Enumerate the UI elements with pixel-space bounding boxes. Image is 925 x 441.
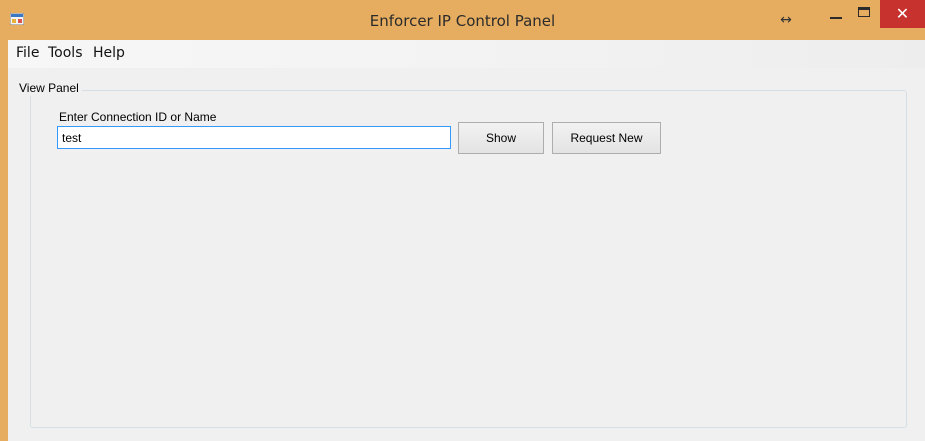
view-panel-title: View Panel — [16, 80, 82, 96]
minimize-icon — [830, 17, 842, 19]
menu-help[interactable]: Help — [90, 40, 128, 68]
client-area: File Tools Help View Panel Enter Connect… — [8, 40, 925, 441]
connection-id-input[interactable] — [57, 126, 451, 149]
menu-bar: File Tools Help — [8, 40, 925, 68]
horizontal-resize-icon[interactable]: ↔ — [778, 12, 794, 28]
application-window: Enforcer IP Control Panel ↔ ✕ File Tools… — [0, 0, 925, 441]
minimize-button[interactable] — [822, 0, 852, 28]
maximize-button[interactable] — [852, 0, 880, 28]
title-bar[interactable]: Enforcer IP Control Panel ↔ ✕ — [0, 0, 925, 40]
request-new-button[interactable]: Request New — [552, 122, 661, 154]
show-button[interactable]: Show — [458, 122, 544, 154]
maximize-icon — [858, 7, 870, 17]
connection-id-label: Enter Connection ID or Name — [59, 110, 217, 124]
close-button[interactable]: ✕ — [880, 0, 925, 28]
menu-file[interactable]: File — [13, 40, 42, 68]
close-icon: ✕ — [895, 4, 910, 23]
menu-tools[interactable]: Tools — [45, 40, 86, 68]
